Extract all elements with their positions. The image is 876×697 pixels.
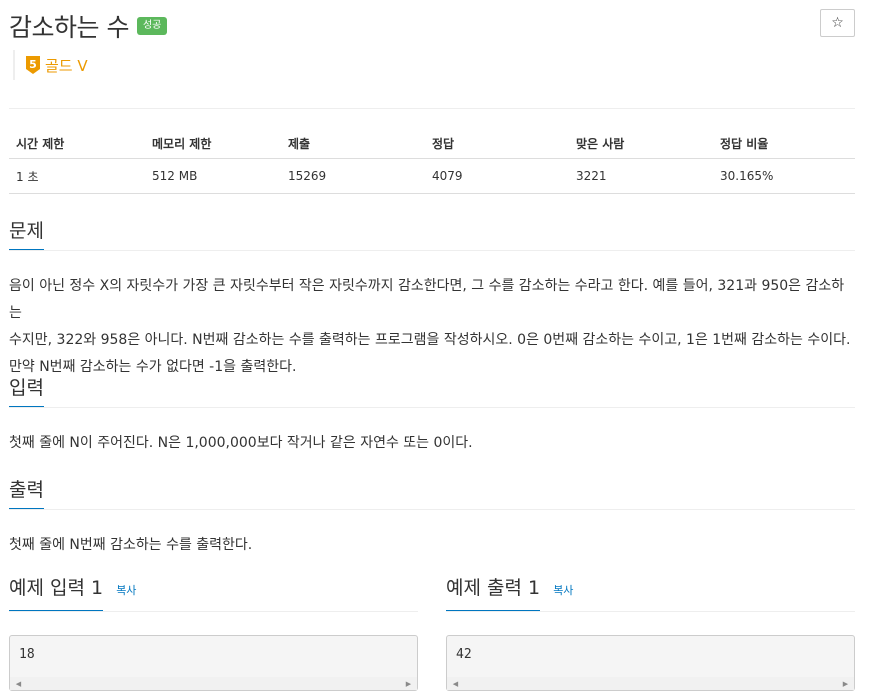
solvers-value[interactable]: 3221 — [569, 158, 713, 194]
problem-description: 음이 아닌 정수 X의 자릿수가 가장 큰 자릿수부터 작은 자릿수까지 감소한… — [9, 273, 855, 381]
output-description: 첫째 줄에 N번째 감소하는 수를 출력한다. — [9, 537, 253, 553]
horizontal-scrollbar[interactable]: ◀ ▶ — [10, 677, 417, 690]
sample-input-title: 예제 입력 1 — [9, 575, 104, 611]
accepted-value[interactable]: 4079 — [425, 158, 569, 194]
header-solvers: 맞은 사람 — [569, 128, 713, 159]
tier-label: 골드 V — [45, 56, 88, 75]
time-limit-value: 1 초 — [9, 158, 145, 194]
copy-sample-output-button[interactable]: 복사 — [553, 584, 573, 597]
section-title-problem: 문제 — [9, 218, 44, 250]
problem-info-table: 시간 제한 메모리 제한 제출 정답 맞은 사람 정답 비율 1 초 512 M… — [9, 128, 855, 194]
section-title-output: 출력 — [9, 477, 44, 509]
sample-input-header: 예제 입력 1 복사 — [9, 575, 418, 612]
scroll-right-icon[interactable]: ▶ — [402, 677, 415, 690]
table-row: 1 초 512 MB 15269 4079 3221 30.165% — [9, 158, 855, 194]
header-accepted: 정답 — [425, 128, 569, 159]
sample-output-header: 예제 출력 1 복사 — [446, 575, 855, 612]
star-button[interactable]: ☆ — [820, 9, 855, 37]
divider — [9, 108, 855, 109]
tier-number: 5 — [29, 58, 37, 71]
title-row: 감소하는 수 성공 — [9, 8, 168, 44]
header-time-limit: 시간 제한 — [9, 128, 145, 159]
scroll-left-icon[interactable]: ◀ — [449, 677, 462, 690]
page-title: 감소하는 수 — [9, 13, 129, 42]
memory-limit-value: 512 MB — [145, 158, 281, 194]
sample-output-title: 예제 출력 1 — [446, 575, 541, 611]
header-ratio: 정답 비율 — [713, 128, 855, 159]
section-title-input: 입력 — [9, 375, 44, 407]
scroll-right-icon[interactable]: ▶ — [839, 677, 852, 690]
gold-tier-icon: 5 — [26, 56, 40, 74]
sample-input-block: 예제 입력 1 복사 18 ◀ ▶ — [9, 575, 418, 691]
sample-input-value: 18 — [19, 647, 35, 662]
problem-line: 음이 아닌 정수 X의 자릿수가 가장 큰 자릿수부터 작은 자릿수까지 감소한… — [9, 278, 845, 321]
sample-output-box[interactable]: 42 ◀ ▶ — [446, 635, 855, 691]
header-submissions: 제출 — [281, 128, 425, 159]
sample-input-box[interactable]: 18 ◀ ▶ — [9, 635, 418, 691]
input-description: 첫째 줄에 N이 주어진다. N은 1,000,000보다 작거나 같은 자연수… — [9, 435, 473, 451]
horizontal-scrollbar[interactable]: ◀ ▶ — [447, 677, 854, 690]
input-section-header: 입력 — [9, 375, 855, 408]
tier[interactable]: 5 골드 V — [13, 50, 88, 80]
output-section-header: 출력 — [9, 477, 855, 510]
ratio-value: 30.165% — [713, 158, 855, 194]
sample-output-block: 예제 출력 1 복사 42 ◀ ▶ — [446, 575, 855, 691]
copy-sample-input-button[interactable]: 복사 — [116, 584, 136, 597]
table-header-row: 시간 제한 메모리 제한 제출 정답 맞은 사람 정답 비율 — [9, 128, 855, 159]
sample-output-value: 42 — [456, 647, 472, 662]
problem-line: 수지만, 322와 958은 아니다. N번째 감소하는 수를 출력하는 프로그… — [9, 332, 851, 348]
problem-section-header: 문제 — [9, 218, 855, 251]
scroll-left-icon[interactable]: ◀ — [12, 677, 25, 690]
star-icon: ☆ — [831, 15, 844, 31]
status-badge: 성공 — [136, 17, 168, 35]
header-memory-limit: 메모리 제한 — [145, 128, 281, 159]
submissions-value[interactable]: 15269 — [281, 158, 425, 194]
